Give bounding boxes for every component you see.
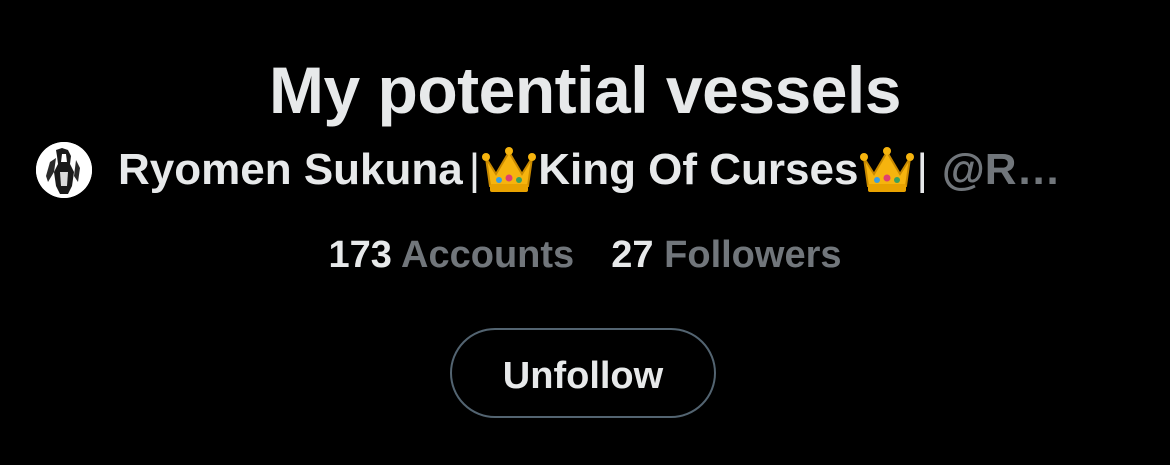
- crown-icon: [860, 147, 915, 192]
- followers-label: Followers: [664, 234, 842, 276]
- name-separator: |: [916, 145, 928, 194]
- owner-handle[interactable]: @R…: [942, 140, 1061, 200]
- accounts-label: Accounts: [401, 234, 575, 276]
- list-owner[interactable]: Ryomen Sukuna | King Of Curses | @R…: [36, 140, 1136, 200]
- accounts-count: 173: [328, 234, 392, 276]
- accounts-stat[interactable]: 173 Accounts: [328, 234, 584, 276]
- followers-count: 27: [611, 234, 654, 276]
- owner-name-part1: Ryomen Sukuna: [118, 145, 463, 194]
- owner-name-part2: King Of Curses: [538, 145, 859, 194]
- list-stats: 173 Accounts 27 Followers: [0, 230, 1170, 280]
- followers-stat[interactable]: 27 Followers: [601, 234, 842, 276]
- owner-name[interactable]: Ryomen Sukuna | King Of Curses |: [118, 140, 942, 200]
- crown-icon: [482, 147, 537, 192]
- list-header: My potential vessels Ryomen Sukuna | Kin…: [0, 0, 1170, 465]
- avatar[interactable]: [36, 142, 92, 198]
- unfollow-button[interactable]: Unfollow: [450, 328, 716, 418]
- list-title: My potential vessels: [269, 53, 901, 127]
- name-separator: |: [468, 145, 481, 194]
